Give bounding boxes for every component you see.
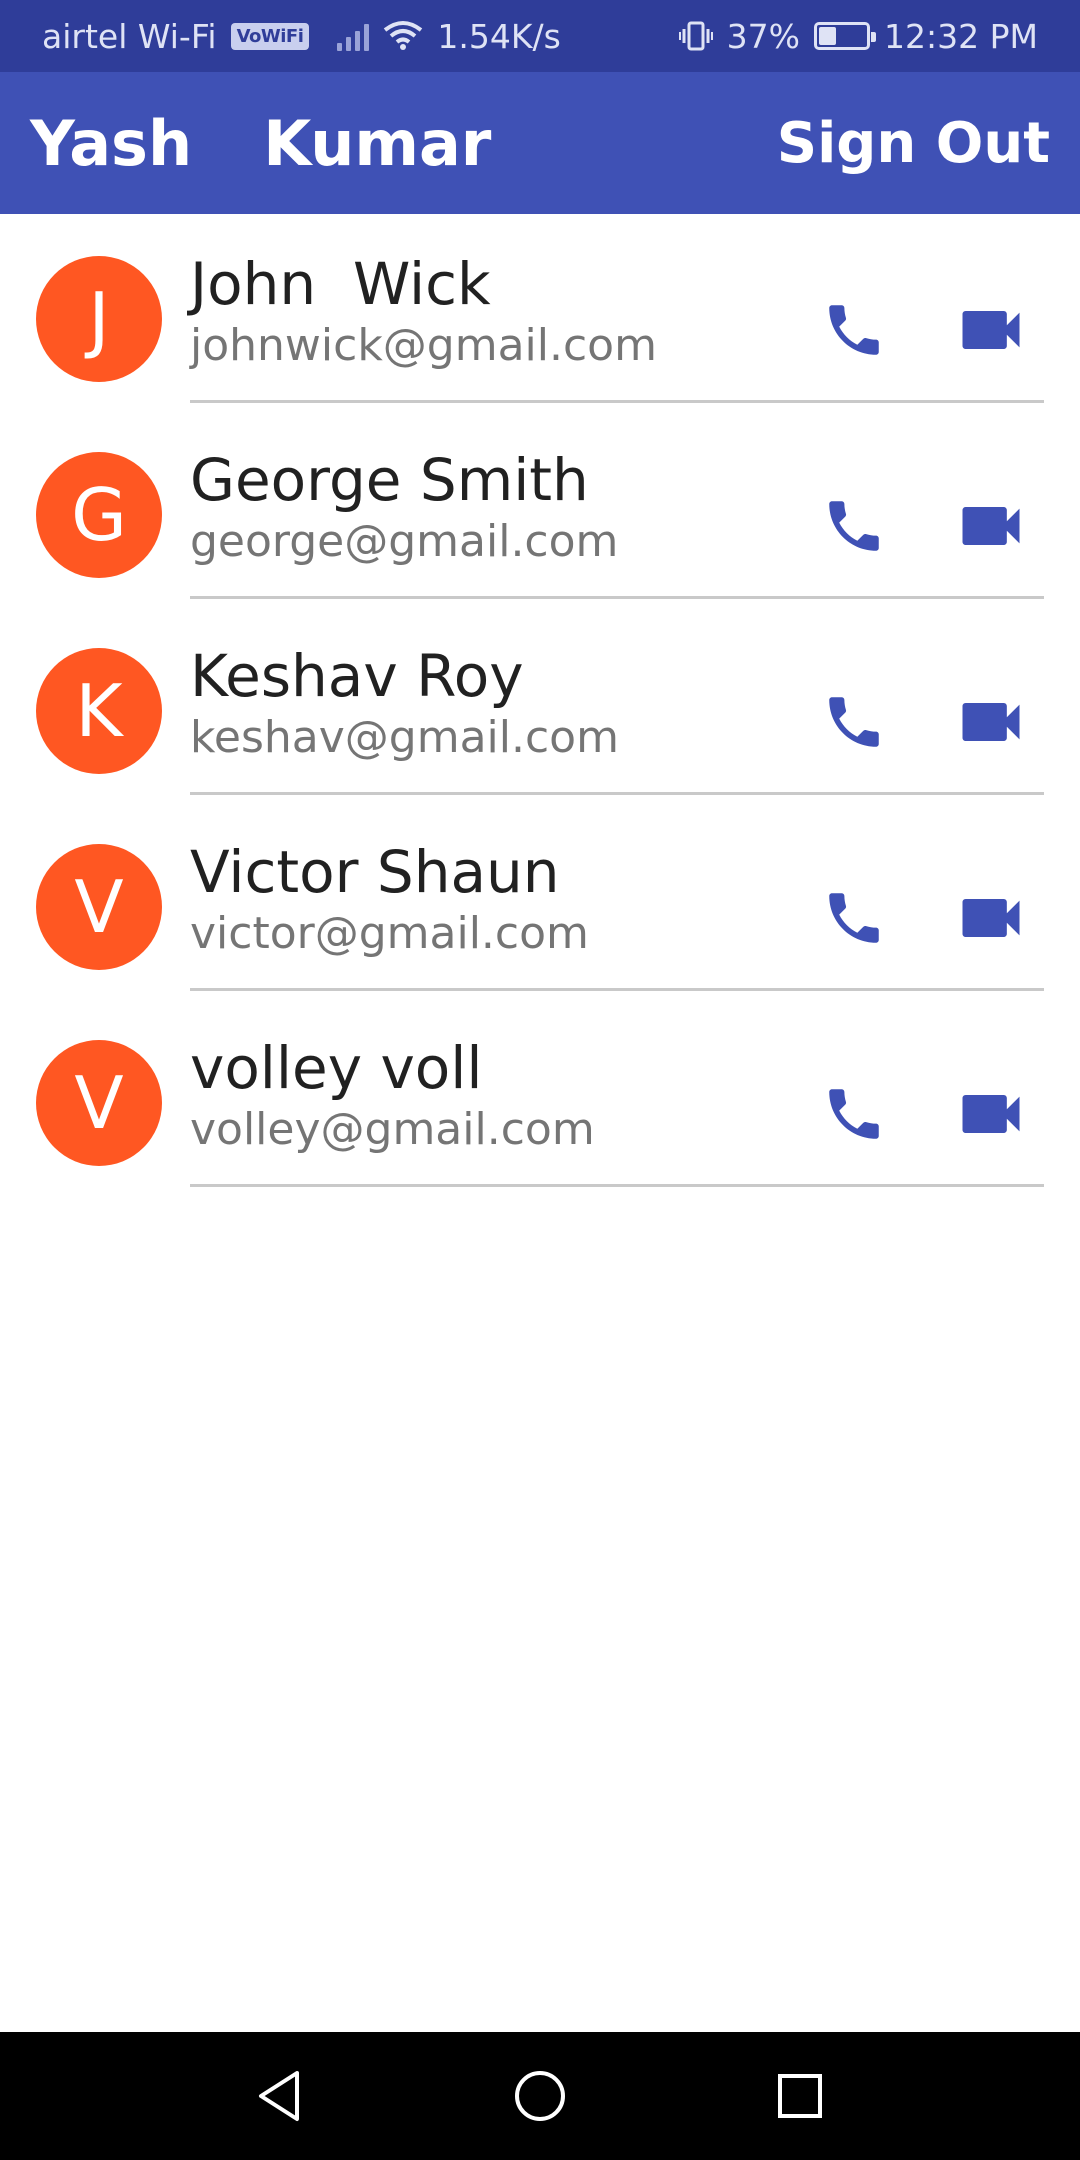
status-bar: airtel Wi-Fi VoWiFi 1.54K/s 37% 12:32 PM xyxy=(0,0,1080,72)
video-call-button[interactable] xyxy=(952,686,1030,758)
call-button[interactable] xyxy=(818,686,890,758)
clock: 12:32 PM xyxy=(884,16,1038,56)
video-call-button[interactable] xyxy=(952,490,1030,562)
phone-icon xyxy=(829,1089,879,1139)
contact-row[interactable]: J John Wick johnwick@gmail.com xyxy=(0,214,1080,410)
call-button[interactable] xyxy=(818,490,890,562)
video-camera-icon xyxy=(962,899,1020,937)
contact-name: Keshav Roy xyxy=(190,642,524,710)
nav-back-button[interactable] xyxy=(250,2066,310,2126)
contact-email: victor@gmail.com xyxy=(190,908,589,959)
avatar: V xyxy=(36,844,162,970)
status-left: airtel Wi-Fi VoWiFi 1.54K/s xyxy=(42,17,561,56)
contact-row[interactable]: V volley voll volley@gmail.com xyxy=(0,998,1080,1194)
video-call-button[interactable] xyxy=(952,882,1030,954)
battery-percent: 37% xyxy=(726,16,801,56)
avatar: V xyxy=(36,1040,162,1166)
video-call-button[interactable] xyxy=(952,1078,1030,1150)
battery-icon xyxy=(814,22,877,50)
phone-icon xyxy=(829,697,879,747)
avatar-initial: V xyxy=(74,1061,124,1145)
contact-name: volley voll xyxy=(190,1034,483,1102)
sign-out-button[interactable]: Sign Out xyxy=(777,111,1050,176)
video-camera-icon xyxy=(962,703,1020,741)
nav-home-button[interactable] xyxy=(510,2066,570,2126)
carrier-label: airtel Wi-Fi xyxy=(42,16,217,56)
video-camera-icon xyxy=(962,507,1020,545)
row-divider xyxy=(190,988,1044,991)
contact-email: keshav@gmail.com xyxy=(190,712,619,763)
recents-square-icon xyxy=(778,2074,822,2118)
avatar: J xyxy=(36,256,162,382)
video-camera-icon xyxy=(962,1095,1020,1133)
row-divider xyxy=(190,596,1044,599)
contact-list: J John Wick johnwick@gmail.com G George … xyxy=(0,214,1080,1194)
contact-name: George Smith xyxy=(190,446,589,514)
home-circle-icon xyxy=(515,2071,565,2121)
video-call-button[interactable] xyxy=(952,294,1030,366)
phone-icon xyxy=(829,501,879,551)
vowifi-badge: VoWiFi xyxy=(230,22,310,50)
contact-email: volley@gmail.com xyxy=(190,1104,595,1155)
contact-email: george@gmail.com xyxy=(190,516,619,567)
system-nav-bar xyxy=(0,2032,1080,2160)
contact-row[interactable]: K Keshav Roy keshav@gmail.com xyxy=(0,606,1080,802)
avatar: K xyxy=(36,648,162,774)
app-bar: Yash Kumar Sign Out xyxy=(0,72,1080,214)
contact-name: John Wick xyxy=(190,250,491,318)
row-divider xyxy=(190,1184,1044,1187)
contact-name: Victor Shaun xyxy=(190,838,560,906)
row-divider xyxy=(190,792,1044,795)
status-right: 37% 12:32 PM xyxy=(678,16,1038,56)
contact-email: johnwick@gmail.com xyxy=(190,320,657,371)
row-divider xyxy=(190,400,1044,403)
avatar-initial: K xyxy=(75,669,123,753)
call-button[interactable] xyxy=(818,294,890,366)
call-button[interactable] xyxy=(818,882,890,954)
video-camera-icon xyxy=(962,311,1020,349)
nav-recents-button[interactable] xyxy=(770,2066,830,2126)
call-button[interactable] xyxy=(818,1078,890,1150)
contact-row[interactable]: V Victor Shaun victor@gmail.com xyxy=(0,802,1080,998)
back-triangle-icon xyxy=(259,2071,299,2121)
signal-icon xyxy=(337,21,370,51)
avatar-initial: V xyxy=(74,865,124,949)
net-speed: 1.54K/s xyxy=(437,16,561,56)
avatar: G xyxy=(36,452,162,578)
contact-row[interactable]: G George Smith george@gmail.com xyxy=(0,410,1080,606)
vibrate-icon xyxy=(678,21,713,51)
battery-fill xyxy=(819,27,837,45)
avatar-initial: G xyxy=(71,473,127,557)
avatar-initial: J xyxy=(88,277,110,361)
phone-icon xyxy=(829,305,879,355)
phone-icon xyxy=(829,893,879,943)
wifi-icon xyxy=(384,21,423,50)
page-title: Yash Kumar xyxy=(30,106,492,180)
